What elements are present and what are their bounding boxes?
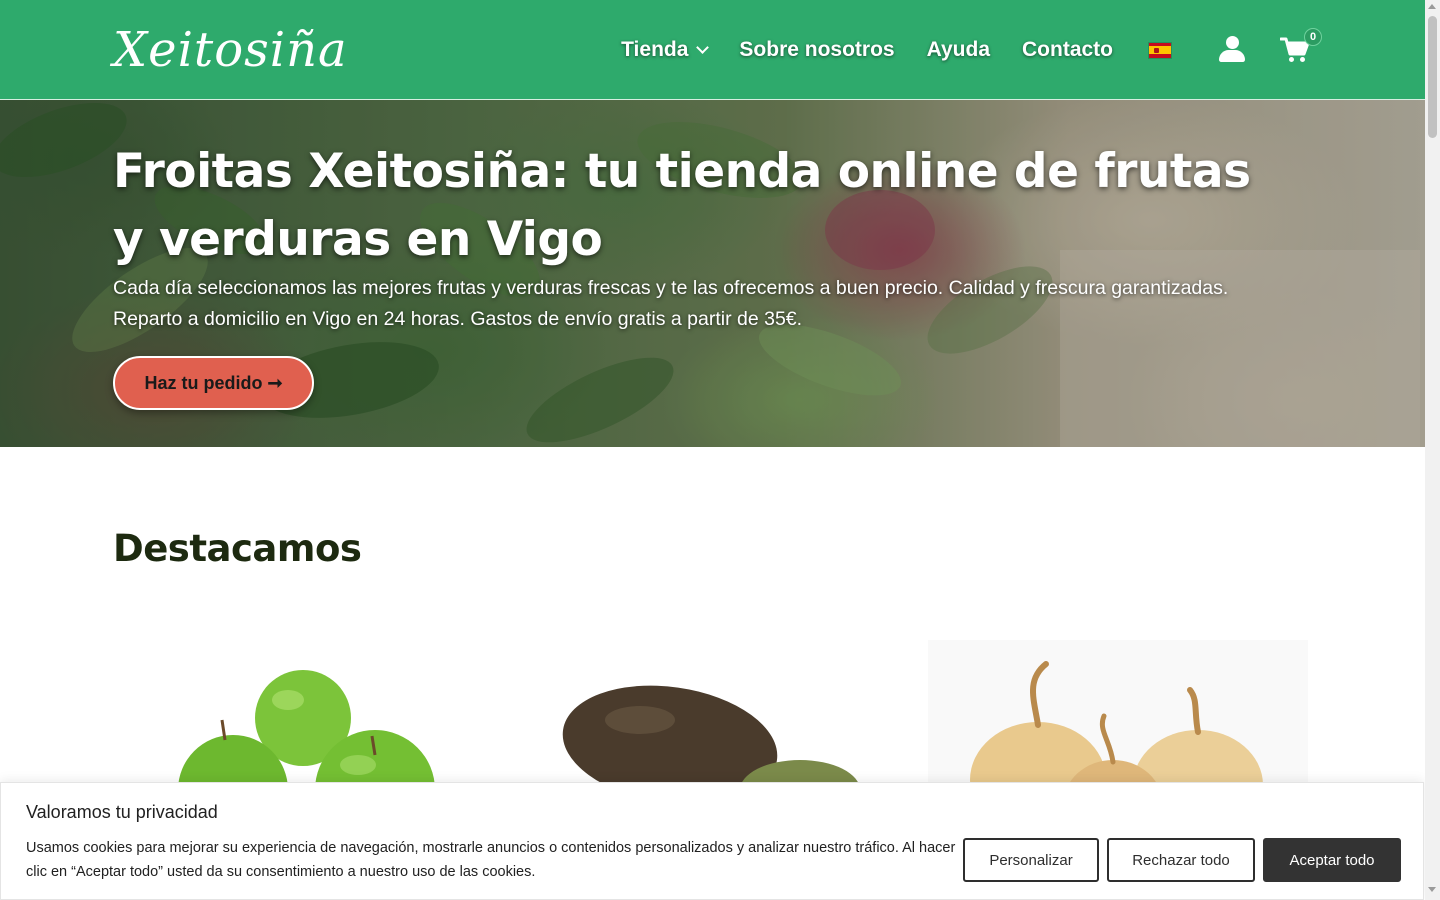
nav-item-tienda-label: Tienda	[621, 38, 689, 61]
user-account-icon[interactable]	[1218, 36, 1246, 64]
hero-banner: Froitas Xeitosiña: tu tienda online de f…	[0, 100, 1425, 447]
hero-title: Froitas Xeitosiña: tu tienda online de f…	[113, 144, 1251, 267]
nav-item-ayuda[interactable]: Ayuda	[927, 38, 990, 62]
order-now-button[interactable]: Haz tu pedido ➞	[113, 356, 314, 410]
spain-flag-icon[interactable]	[1148, 41, 1172, 59]
site-logo[interactable]: Xeitosiña	[113, 22, 348, 78]
site-header: Xeitosiña Tienda Sobre nosotros Ayuda Co…	[0, 0, 1425, 100]
hero-description: Cada día seleccionamos las mejores fruta…	[113, 273, 1293, 335]
scroll-down-arrow-icon[interactable]	[1428, 887, 1436, 892]
hero-description-line-2: Reparto a domicilio en Vigo en 24 horas.…	[113, 308, 803, 330]
cookie-banner-title: Valoramos tu privacidad	[26, 802, 218, 822]
featured-section-title: Destacamos	[113, 527, 362, 570]
cookie-consent-banner: Valoramos tu privacidad Usamos cookies p…	[0, 782, 1424, 900]
cart-count-badge: 0	[1304, 28, 1322, 46]
nav-item-sobre-nosotros[interactable]: Sobre nosotros	[739, 38, 894, 62]
scrollbar-thumb[interactable]	[1428, 16, 1437, 138]
reject-all-cookies-button[interactable]: Rechazar todo	[1107, 838, 1255, 882]
accept-all-cookies-button[interactable]: Aceptar todo	[1263, 838, 1401, 882]
hero-description-line-1: Cada día seleccionamos las mejores fruta…	[113, 277, 1229, 299]
main-nav: Tienda Sobre nosotros Ayuda Contacto 0	[621, 28, 1322, 70]
nav-item-tienda[interactable]: Tienda	[621, 38, 710, 62]
scroll-up-arrow-icon[interactable]	[1428, 4, 1436, 9]
customize-cookies-button[interactable]: Personalizar	[963, 838, 1099, 882]
cart-button[interactable]: 0	[1279, 28, 1322, 64]
cookie-banner-text: Usamos cookies para mejorar su experienc…	[26, 840, 956, 880]
nav-item-contacto[interactable]: Contacto	[1022, 38, 1113, 62]
page-scrollbar[interactable]	[1425, 0, 1440, 900]
chevron-down-icon	[696, 40, 710, 54]
